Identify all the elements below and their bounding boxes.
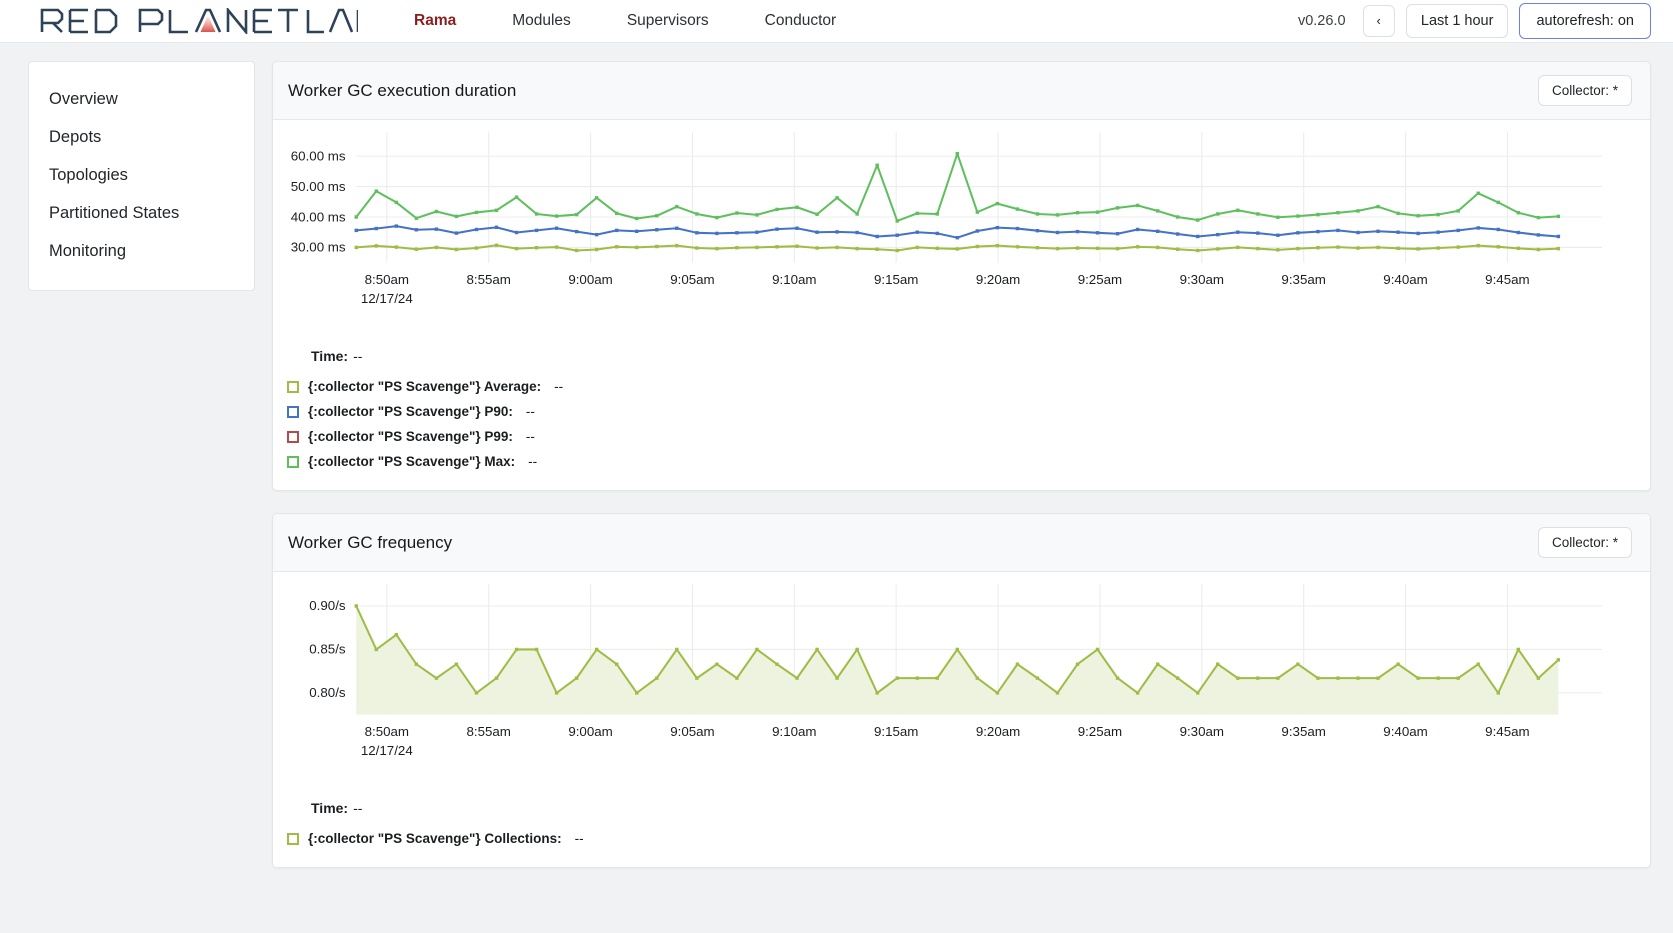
nav-link-conductor[interactable]: Conductor: [737, 8, 865, 34]
svg-text:9:45am: 9:45am: [1485, 724, 1529, 739]
legend-duration: Time: -- {:collector "PS Scavenge"} Avera…: [273, 334, 1650, 474]
legend-time-row: Time: --: [287, 794, 1650, 826]
version-label: v0.26.0: [1297, 12, 1346, 29]
legend-swatch-icon: [287, 405, 299, 418]
main-content: Worker GC execution duration Collector: …: [272, 61, 1651, 869]
legend-time-label: Time:: [311, 348, 349, 365]
legend-swatch-icon: [287, 430, 299, 443]
panel-body: 0.80/s 0.85/s 0.90/s 8:50am 12/17/24 8:55am 9:…: [273, 572, 1650, 868]
svg-text:9:05am: 9:05am: [670, 724, 714, 739]
legend-label: {:collector "PS Scavenge"} Collections:: [308, 831, 562, 847]
svg-text:8:50am: 8:50am: [365, 272, 409, 287]
svg-text:12/17/24: 12/17/24: [361, 743, 413, 758]
svg-text:60.00 ms: 60.00 ms: [291, 148, 346, 163]
legend-value: --: [528, 454, 538, 470]
svg-text:8:50am: 8:50am: [365, 724, 409, 739]
panel-worker-gc-execution-duration: Worker GC execution duration Collector: …: [272, 61, 1651, 492]
svg-text:9:15am: 9:15am: [874, 724, 918, 739]
legend-value: --: [574, 831, 584, 847]
svg-text:9:40am: 9:40am: [1383, 272, 1427, 287]
panel-header: Worker GC frequency Collector: *: [273, 514, 1650, 573]
legend-value: --: [525, 404, 535, 420]
legend-swatch-icon: [287, 832, 299, 845]
legend-label: {:collector "PS Scavenge"} Max:: [308, 454, 516, 470]
legend-time-value: --: [353, 800, 363, 817]
collector-filter-button[interactable]: Collector: *: [1537, 74, 1632, 107]
legend-item-p99[interactable]: {:collector "PS Scavenge"} P99: --: [287, 424, 1650, 449]
svg-text:9:35am: 9:35am: [1281, 272, 1325, 287]
panel-body: 30.00 ms 40.00 ms 50.00 ms 60.00 ms 8:50am 12…: [273, 120, 1650, 491]
sidebar-item-partitioned-states[interactable]: Partitioned States: [29, 194, 254, 232]
legend-time-row: Time: --: [287, 342, 1650, 374]
svg-text:12/17/24: 12/17/24: [361, 291, 413, 306]
legend-frequency: Time: -- {:collector "PS Scavenge"} Colle…: [273, 786, 1650, 851]
legend-value: --: [525, 429, 535, 445]
panel-worker-gc-frequency: Worker GC frequency Collector: * 0.80/s 0…: [272, 513, 1651, 869]
primary-nav: Rama Modules Supervisors Conductor: [386, 8, 864, 34]
svg-text:40.00 ms: 40.00 ms: [291, 209, 346, 224]
sidebar-item-monitoring[interactable]: Monitoring: [29, 232, 254, 270]
svg-text:0.80/s: 0.80/s: [309, 685, 346, 700]
nav-link-supervisors[interactable]: Supervisors: [599, 8, 737, 34]
legend-item-average[interactable]: {:collector "PS Scavenge"} Average: --: [287, 374, 1650, 399]
svg-text:9:35am: 9:35am: [1281, 724, 1325, 739]
previous-range-button[interactable]: ‹: [1362, 4, 1395, 38]
svg-text:9:00am: 9:00am: [568, 724, 612, 739]
chart-frequency[interactable]: 0.80/s 0.85/s 0.90/s 8:50am 12/17/24 8:55am 9:…: [273, 578, 1650, 786]
svg-text:30.00 ms: 30.00 ms: [291, 240, 346, 255]
sidebar: Overview Depots Topologies Partitioned S…: [28, 61, 255, 291]
legend-time-label: Time:: [311, 800, 349, 817]
svg-text:0.90/s: 0.90/s: [309, 598, 346, 613]
legend-swatch-icon: [287, 380, 299, 393]
svg-text:9:20am: 9:20am: [976, 724, 1020, 739]
legend-label: {:collector "PS Scavenge"} Average:: [308, 379, 542, 395]
chart-duration-svg: 30.00 ms 40.00 ms 50.00 ms 60.00 ms 8:50am 12…: [291, 132, 1602, 306]
svg-text:9:30am: 9:30am: [1180, 272, 1224, 287]
collector-filter-button[interactable]: Collector: *: [1537, 526, 1632, 559]
svg-text:9:10am: 9:10am: [772, 272, 816, 287]
sidebar-item-topologies[interactable]: Topologies: [29, 156, 254, 194]
navbar-controls: v0.26.0 ‹ Last 1 hour autorefresh: on: [1297, 2, 1651, 40]
brand-logo[interactable]: [40, 8, 358, 34]
svg-text:0.85/s: 0.85/s: [309, 642, 346, 657]
legend-label: {:collector "PS Scavenge"} P99:: [308, 429, 513, 445]
svg-text:9:15am: 9:15am: [874, 272, 918, 287]
autorefresh-toggle-button[interactable]: autorefresh: on: [1519, 2, 1651, 40]
svg-text:9:25am: 9:25am: [1078, 724, 1122, 739]
svg-text:9:45am: 9:45am: [1485, 272, 1529, 287]
legend-label: {:collector "PS Scavenge"} P90:: [308, 404, 513, 420]
legend-swatch-icon: [287, 455, 299, 468]
legend-time-value: --: [353, 348, 363, 365]
svg-text:9:00am: 9:00am: [568, 272, 612, 287]
svg-text:9:05am: 9:05am: [670, 272, 714, 287]
time-range-button[interactable]: Last 1 hour: [1405, 3, 1509, 39]
legend-value: --: [554, 379, 564, 395]
top-navbar: Rama Modules Supervisors Conductor v0.26…: [0, 0, 1673, 43]
legend-item-max[interactable]: {:collector "PS Scavenge"} Max: --: [287, 449, 1650, 474]
svg-text:8:55am: 8:55am: [466, 724, 510, 739]
panel-header: Worker GC execution duration Collector: …: [273, 62, 1650, 120]
svg-text:8:55am: 8:55am: [466, 272, 510, 287]
svg-text:9:30am: 9:30am: [1180, 724, 1224, 739]
red-planet-labs-logo-icon: [40, 8, 358, 34]
nav-link-rama[interactable]: Rama: [386, 8, 484, 34]
page-body: Overview Depots Topologies Partitioned S…: [0, 43, 1673, 933]
panel-title: Worker GC execution duration: [288, 80, 517, 100]
svg-text:9:40am: 9:40am: [1383, 724, 1427, 739]
svg-text:9:20am: 9:20am: [976, 272, 1020, 287]
sidebar-item-depots[interactable]: Depots: [29, 118, 254, 156]
chart-duration[interactable]: 30.00 ms 40.00 ms 50.00 ms 60.00 ms 8:50am 12…: [273, 126, 1650, 334]
legend-item-collections[interactable]: {:collector "PS Scavenge"} Collections: …: [287, 826, 1650, 851]
panel-title: Worker GC frequency: [288, 532, 453, 552]
svg-text:9:25am: 9:25am: [1078, 272, 1122, 287]
sidebar-item-overview[interactable]: Overview: [29, 80, 254, 118]
chart-frequency-svg: 0.80/s 0.85/s 0.90/s 8:50am 12/17/24 8:55am 9:…: [309, 584, 1602, 758]
legend-item-p90[interactable]: {:collector "PS Scavenge"} P90: --: [287, 399, 1650, 424]
svg-text:50.00 ms: 50.00 ms: [291, 179, 346, 194]
nav-link-modules[interactable]: Modules: [484, 8, 599, 34]
svg-text:9:10am: 9:10am: [772, 724, 816, 739]
